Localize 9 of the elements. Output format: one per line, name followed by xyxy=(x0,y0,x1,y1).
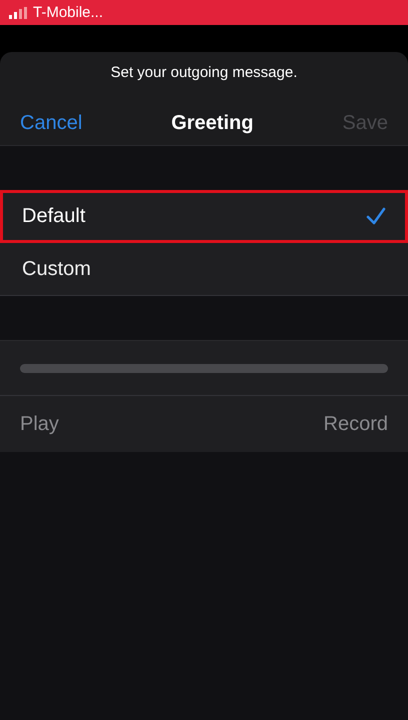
option-label: Default xyxy=(22,204,86,228)
carrier-name: T-Mobile... xyxy=(33,4,104,21)
option-label: Custom xyxy=(22,258,91,280)
screen-title: Greeting xyxy=(171,112,254,134)
checkmark-icon xyxy=(366,207,386,225)
option-row[interactable]: Default xyxy=(0,190,408,243)
cancel-button[interactable]: Cancel xyxy=(20,112,82,134)
signal-icon xyxy=(9,6,27,18)
prompt-text: Set your outgoing message. xyxy=(110,63,298,81)
